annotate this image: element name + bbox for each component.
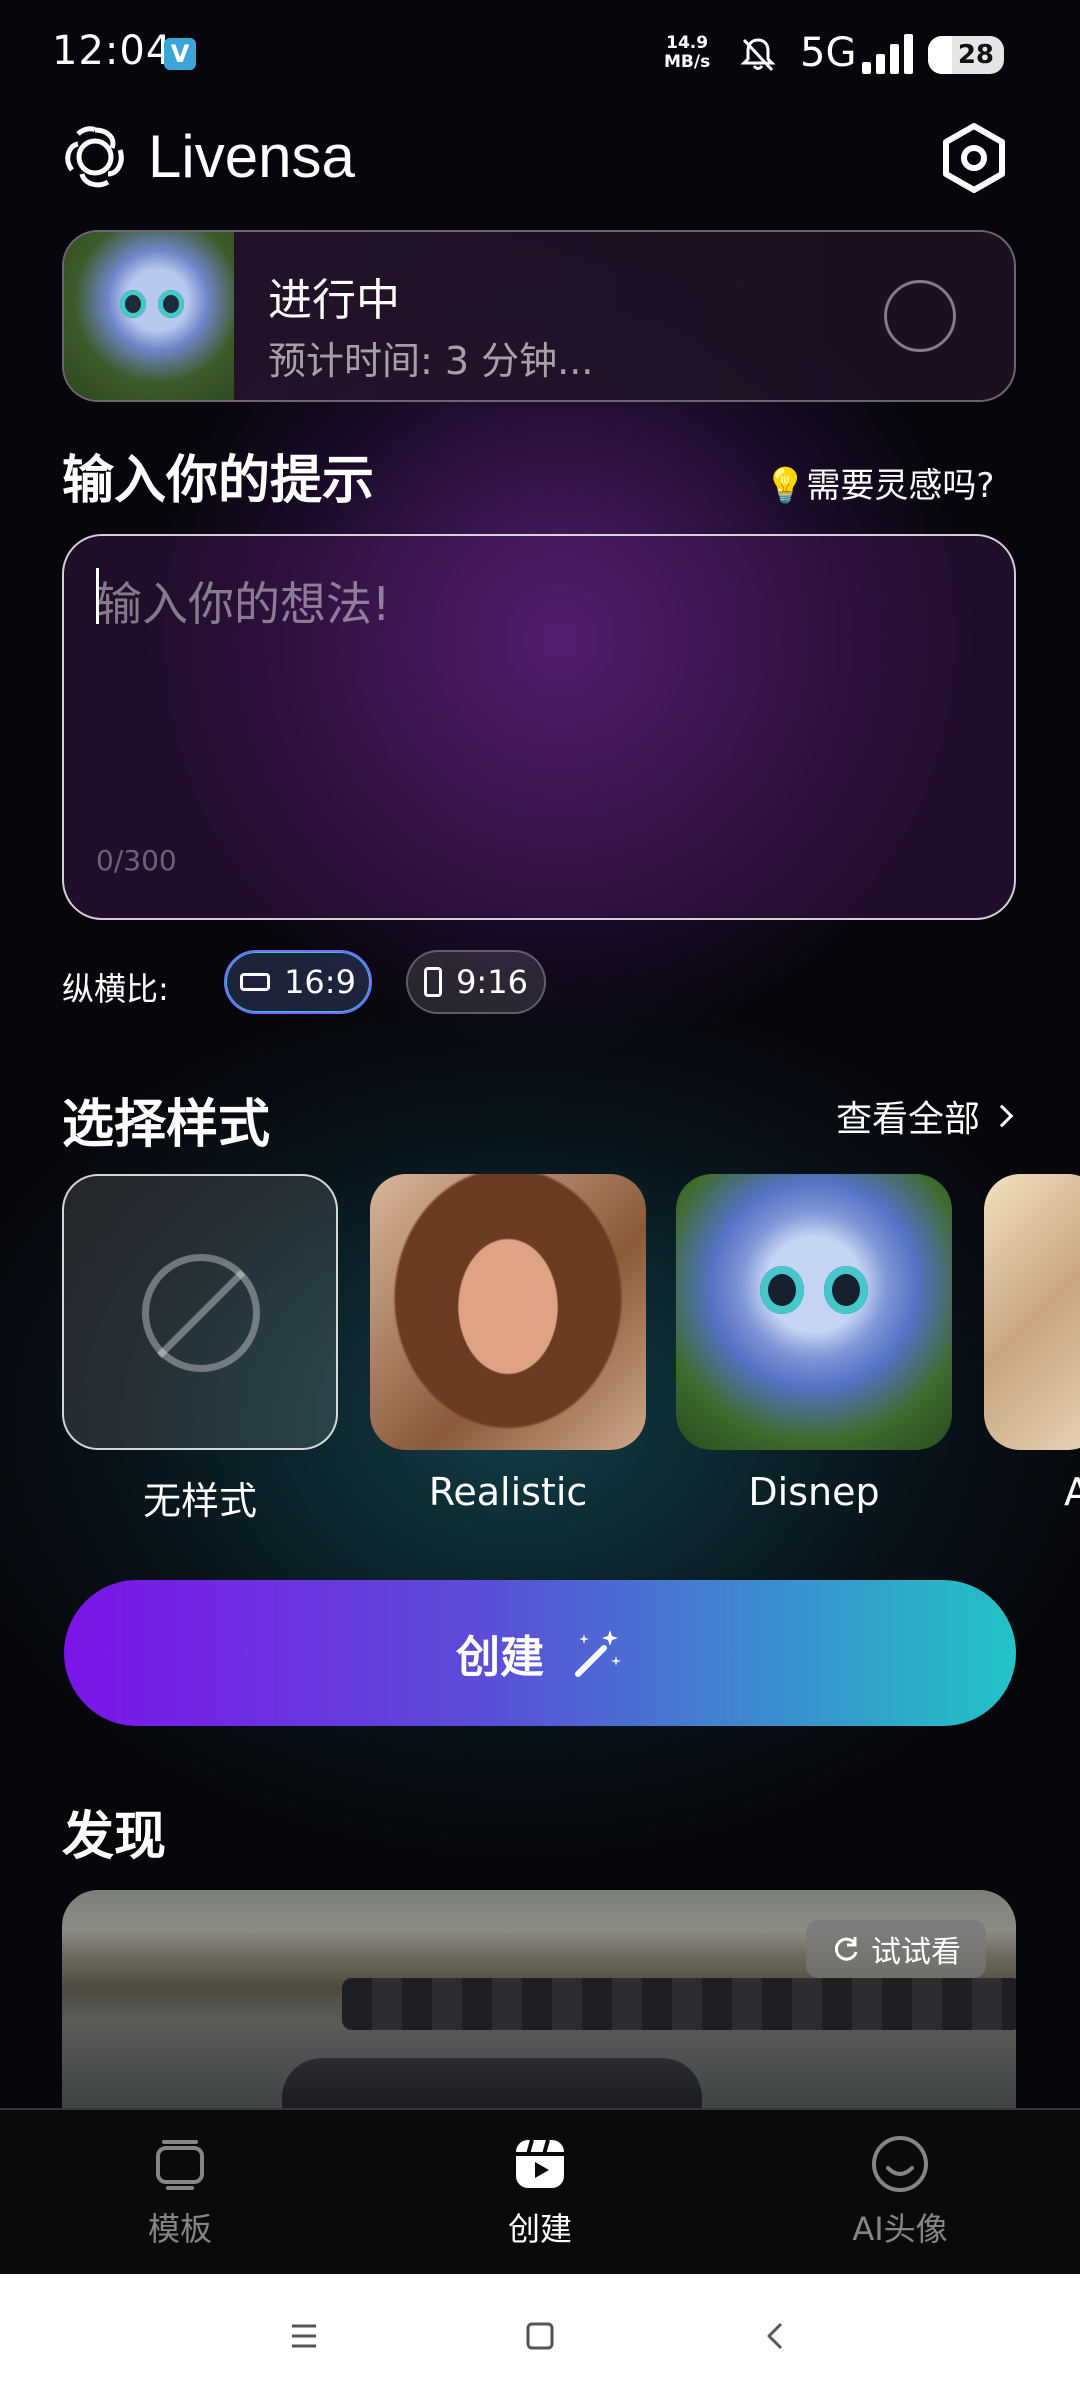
nav-item-ai-avatar[interactable]: AI头像 (800, 2134, 1000, 2250)
try-it-button[interactable]: 试试看 (806, 1920, 986, 1978)
battery-fill (928, 36, 952, 74)
style-card-none[interactable] (62, 1174, 338, 1450)
back-icon[interactable] (756, 2316, 796, 2356)
network-type: 5G (800, 30, 857, 76)
no-style-icon (142, 1254, 260, 1372)
style-label: Realistic (428, 1470, 588, 1514)
magic-wand-icon (575, 1630, 621, 1677)
character-eye (824, 1266, 868, 1314)
battery-indicator: 28 (928, 36, 1004, 74)
portrait-icon (424, 967, 443, 997)
network-speed: 14.9 MB/s (664, 34, 710, 72)
nav-item-create[interactable]: 创建 (440, 2134, 640, 2250)
style-label: 无样式 (142, 1479, 257, 1523)
create-button-label: 创建 (456, 1632, 544, 1683)
nav-label: 创建 (507, 2210, 572, 2248)
aspect-ratio-label: 纵横比: (62, 970, 169, 1008)
style-label: Disnep (748, 1470, 880, 1514)
home-icon[interactable] (520, 2316, 560, 2356)
video-frame-detail (282, 2058, 702, 2110)
aspect-ratio-16-9-button[interactable]: 16:9 (224, 950, 372, 1014)
aspect-ratio-option-label: 9:16 (456, 963, 528, 1001)
app-title: Livensa (148, 123, 355, 190)
nav-label: 模板 (147, 2210, 212, 2248)
progress-thumbnail (64, 232, 234, 400)
settings-hexagon-icon[interactable] (938, 122, 1010, 194)
style-card-partial[interactable] (984, 1174, 1080, 1450)
app-notification-badge: V (164, 38, 196, 70)
avatar-icon (872, 2136, 928, 2192)
character-eye (760, 1266, 804, 1314)
try-it-label: 试试看 (871, 1935, 961, 1970)
battery-level: 28 (957, 40, 994, 70)
char-count: 0/300 (96, 844, 177, 877)
mute-bell-icon (740, 38, 776, 72)
aspect-ratio-9-16-button[interactable]: 9:16 (406, 950, 546, 1014)
refresh-icon (834, 1937, 858, 1961)
chevron-right-icon (990, 1104, 1014, 1128)
progress-status: 进行中 (268, 275, 400, 326)
signal-bars-icon (862, 34, 913, 74)
inspiration-link[interactable]: 💡需要灵感吗? (764, 458, 994, 507)
video-frame-detail (342, 1978, 1016, 2030)
prompt-input[interactable] (96, 568, 976, 808)
network-speed-value: 14.9 (666, 33, 709, 53)
network-speed-unit: MB/s (664, 52, 711, 72)
text-cursor (96, 568, 99, 624)
thumbnail-eye (120, 290, 146, 318)
prompt-section-title: 输入你的提示 (62, 451, 375, 511)
nav-label: AI头像 (852, 2210, 948, 2248)
landscape-icon (240, 973, 271, 991)
progress-eta: 预计时间: 3 分钟... (268, 339, 594, 383)
discover-section-title: 发现 (62, 1807, 167, 1867)
menu-icon[interactable] (284, 2316, 324, 2356)
style-card-realistic[interactable] (370, 1174, 646, 1450)
status-time: 12:04 (52, 28, 173, 74)
style-label: A (1064, 1470, 1080, 1514)
nav-item-template[interactable]: 模板 (80, 2134, 280, 2250)
loading-spinner-icon (884, 280, 956, 352)
thumbnail-eye (158, 290, 184, 318)
livensa-logo-icon (65, 126, 124, 188)
style-card-disnep[interactable] (676, 1174, 952, 1450)
create-button[interactable]: 创建 (64, 1580, 1016, 1726)
template-icon (156, 2140, 204, 2190)
view-all-label: 查看全部 (836, 1099, 981, 1140)
create-icon (516, 2139, 564, 2188)
view-all-styles-link[interactable]: 查看全部 (836, 1090, 1014, 1142)
style-section-title: 选择样式 (62, 1095, 271, 1155)
generation-progress-card[interactable]: 进行中 预计时间: 3 分钟... (62, 230, 1016, 402)
aspect-ratio-option-label: 16:9 (284, 963, 356, 1001)
